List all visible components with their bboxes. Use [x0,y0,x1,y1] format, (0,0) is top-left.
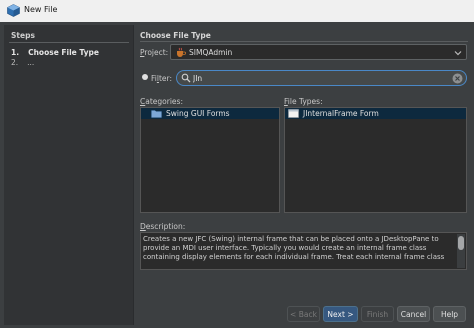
description-scrollbar[interactable] [457,234,465,268]
page-title: Choose File Type [140,31,211,40]
step-number: 2. [11,58,19,67]
category-label: Swing GUI Forms [166,109,230,118]
clear-icon[interactable] [452,73,463,84]
title-divider [140,41,468,42]
window-title: New File [24,5,58,14]
file-types-label: File Types: [284,97,323,106]
next-button[interactable]: Next > [323,306,358,322]
step-number: 1. [11,48,20,57]
file-type-item-jinternalframe-form[interactable]: JInternalFrame Form [285,108,466,119]
categories-label: Categories: [140,97,183,106]
description-text: Creates a new JFC (Swing) internal frame… [143,235,445,261]
filter-input[interactable] [193,73,433,83]
steps-heading: Steps [11,31,35,40]
folder-icon [151,110,162,118]
step-item-2: 2. ... [11,58,34,67]
categories-list[interactable]: Swing GUI Forms [140,107,280,213]
project-combo[interactable]: SIMQAdmin [170,44,467,60]
step-item-1: 1. Choose File Type [11,48,99,57]
back-button[interactable]: < Back [287,306,320,322]
filter-radio[interactable] [142,74,148,80]
filter-label: Filter: [151,74,172,83]
cancel-button[interactable]: Cancel [397,306,430,322]
filter-field[interactable] [176,70,467,86]
steps-panel: Steps 1. Choose File Type 2. ... [4,25,134,325]
netbeans-cube-icon [7,4,20,17]
file-type-label: JInternalFrame Form [303,109,379,118]
step-label: ... [27,58,35,67]
description-label: Description: [140,222,186,231]
chevron-down-icon[interactable] [453,48,463,58]
scrollbar-thumb[interactable] [458,236,464,250]
project-label: Project: [140,48,169,57]
form-window-icon [288,109,299,118]
finish-button[interactable]: Finish [361,306,394,322]
category-item-swing-gui-forms[interactable]: Swing GUI Forms [141,108,279,119]
project-coffee-cup-icon [177,47,186,57]
file-types-list[interactable]: JInternalFrame Form [284,107,467,213]
title-bar: New File [0,0,474,22]
steps-divider [9,42,129,43]
help-button[interactable]: Help [433,306,466,322]
step-label: Choose File Type [28,48,99,57]
search-icon [181,73,191,83]
description-box[interactable]: Creates a new JFC (Swing) internal frame… [140,232,467,270]
project-value: SIMQAdmin [189,47,233,57]
